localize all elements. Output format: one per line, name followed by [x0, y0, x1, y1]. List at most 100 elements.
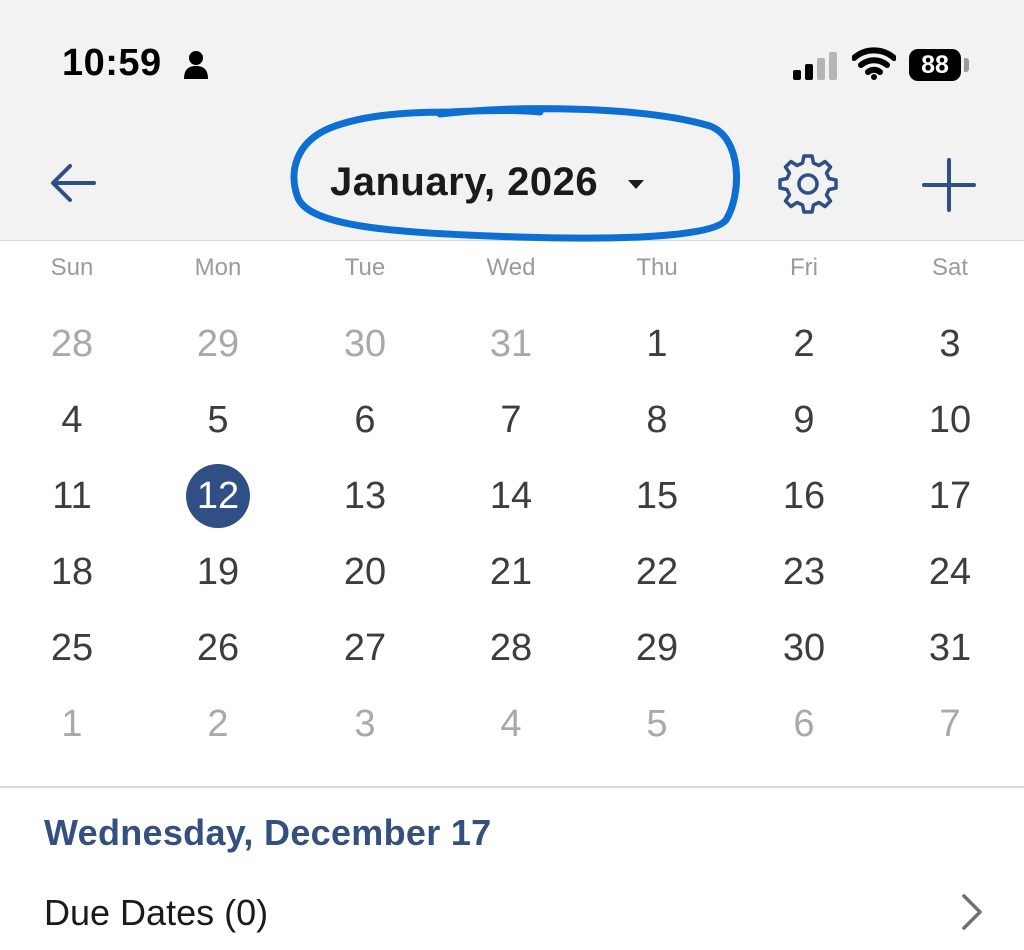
day-number: 21: [489, 550, 533, 593]
day-cell[interactable]: 16: [754, 464, 854, 528]
day-number: 29: [196, 322, 240, 365]
day-cell[interactable]: 13: [315, 464, 415, 528]
day-number: 31: [928, 626, 972, 669]
status-time: 10:59: [62, 42, 162, 84]
day-number: 18: [50, 550, 94, 593]
day-cell[interactable]: 17: [900, 464, 1000, 528]
day-number: 1: [646, 322, 668, 365]
plus-icon[interactable]: [920, 156, 978, 214]
day-cell[interactable]: 3: [900, 312, 1000, 376]
day-cell[interactable]: 28: [461, 616, 561, 680]
day-cell[interactable]: 9: [754, 388, 854, 452]
month-selector[interactable]: January, 2026: [330, 152, 645, 212]
weekday-label: Wed: [486, 254, 536, 281]
weekday-label: Thu: [636, 254, 678, 281]
day-cell[interactable]: 30: [315, 312, 415, 376]
day-number: 28: [50, 322, 94, 365]
day-cell[interactable]: 5: [607, 692, 707, 756]
battery-cap: [964, 58, 969, 72]
weekday-header: Sun Mon Tue Wed Thu Fri Sat: [0, 254, 1024, 294]
day-cell[interactable]: 29: [607, 616, 707, 680]
selected-date-title: Wednesday, December 17: [44, 812, 492, 853]
day-cell[interactable]: 24: [900, 540, 1000, 604]
day-number: 29: [635, 626, 679, 669]
weekday-label: Mon: [194, 254, 242, 281]
day-number: 3: [354, 702, 376, 745]
day-number: 11: [52, 474, 92, 517]
day-cell[interactable]: 19: [168, 540, 268, 604]
day-cell[interactable]: 28: [22, 312, 122, 376]
due-dates-row[interactable]: Due Dates (0): [0, 880, 1024, 946]
chevron-right-icon: [962, 894, 982, 930]
day-cell[interactable]: 22: [607, 540, 707, 604]
day-cell[interactable]: 7: [900, 692, 1000, 756]
day-cell[interactable]: 3: [315, 692, 415, 756]
back-arrow-icon[interactable]: [48, 158, 98, 208]
day-number: 2: [207, 702, 229, 745]
day-number: 5: [207, 398, 229, 441]
weekday-label: Sun: [50, 254, 94, 281]
day-cell[interactable]: 25: [22, 616, 122, 680]
day-cell[interactable]: 4: [22, 388, 122, 452]
day-cell[interactable]: 23: [754, 540, 854, 604]
day-cell[interactable]: 29: [168, 312, 268, 376]
day-number: 10: [928, 398, 972, 441]
day-cell[interactable]: 7: [461, 388, 561, 452]
day-cell[interactable]: 31: [900, 616, 1000, 680]
day-cell[interactable]: 15: [607, 464, 707, 528]
day-number: 12: [196, 474, 240, 517]
day-number: 9: [793, 398, 815, 441]
day-number: 4: [500, 702, 522, 745]
weekday-label: Sat: [931, 254, 969, 281]
day-cell[interactable]: 5: [168, 388, 268, 452]
day-cell[interactable]: 2: [754, 312, 854, 376]
day-number: 31: [489, 322, 533, 365]
day-number: 5: [646, 702, 668, 745]
header-area: 10:59 88 January, 2026: [0, 0, 1024, 241]
day-cell[interactable]: 30: [754, 616, 854, 680]
day-number: 7: [939, 702, 961, 745]
day-number: 24: [928, 550, 972, 593]
day-cell[interactable]: 6: [754, 692, 854, 756]
day-number: 23: [782, 550, 826, 593]
day-cell[interactable]: 20: [315, 540, 415, 604]
day-cell[interactable]: 1: [607, 312, 707, 376]
gear-icon[interactable]: [776, 150, 840, 214]
day-number: 25: [50, 626, 94, 669]
due-dates-label: Due Dates (0): [44, 892, 269, 933]
divider: [0, 786, 1024, 788]
day-number: 30: [343, 322, 387, 365]
day-number: 8: [646, 398, 668, 441]
day-cell[interactable]: 18: [22, 540, 122, 604]
day-cell-selected[interactable]: 12: [168, 464, 268, 528]
battery-level: 88: [921, 50, 949, 79]
day-cell[interactable]: 11: [22, 464, 122, 528]
day-number: 1: [61, 702, 83, 745]
day-number: 16: [782, 474, 826, 517]
day-number: 15: [635, 474, 679, 517]
day-number: 17: [928, 474, 972, 517]
day-cell[interactable]: 4: [461, 692, 561, 756]
day-cell[interactable]: 21: [461, 540, 561, 604]
caret-down-icon: [628, 179, 645, 189]
day-number: 19: [196, 550, 240, 593]
day-number: 28: [489, 626, 533, 669]
day-cell[interactable]: 6: [315, 388, 415, 452]
weekday-label: Tue: [344, 254, 386, 281]
day-cell[interactable]: 8: [607, 388, 707, 452]
day-number: 26: [196, 626, 240, 669]
day-cell[interactable]: 1: [22, 692, 122, 756]
day-cell[interactable]: 10: [900, 388, 1000, 452]
day-number: 27: [343, 626, 387, 669]
battery-indicator: 88: [909, 49, 961, 81]
day-cell[interactable]: 27: [315, 616, 415, 680]
day-number: 7: [500, 398, 522, 441]
month-title: January, 2026: [330, 159, 599, 204]
day-number: 13: [343, 474, 387, 517]
wifi-icon: [852, 47, 896, 80]
day-cell[interactable]: 2: [168, 692, 268, 756]
day-number: 3: [939, 322, 961, 365]
day-cell[interactable]: 26: [168, 616, 268, 680]
day-cell[interactable]: 31: [461, 312, 561, 376]
day-cell[interactable]: 14: [461, 464, 561, 528]
